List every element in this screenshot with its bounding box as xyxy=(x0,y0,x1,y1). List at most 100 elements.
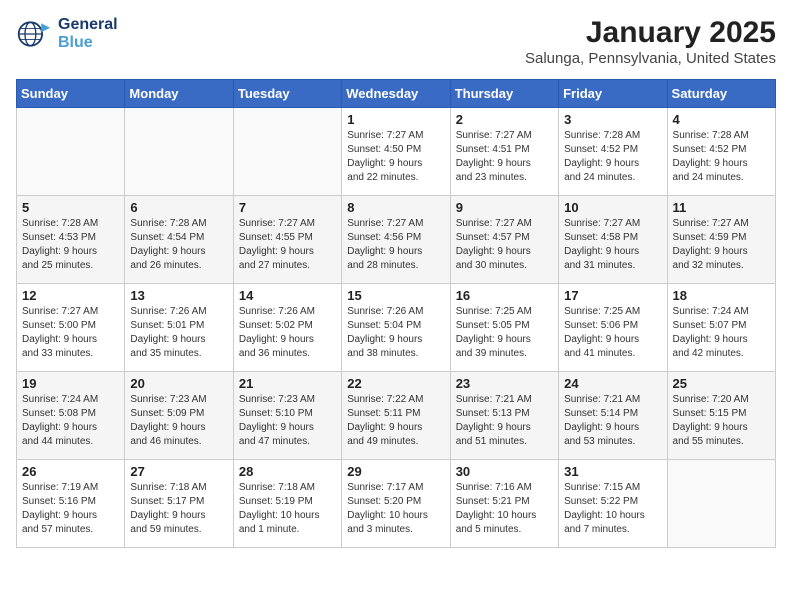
calendar-cell: 21 Sunrise: 7:23 AMSunset: 5:10 PMDayligh… xyxy=(233,372,341,460)
calendar-cell: 9 Sunrise: 7:27 AMSunset: 4:57 PMDaylight… xyxy=(450,196,558,284)
day-info: Sunrise: 7:27 AMSunset: 4:57 PMDaylight:… xyxy=(456,217,553,273)
day-number: 12 xyxy=(22,288,119,303)
day-info: Sunrise: 7:24 AMSunset: 5:07 PMDaylight:… xyxy=(673,305,770,361)
header: General Blue January 2025 Salunga, Penns… xyxy=(16,16,776,67)
header-monday: Monday xyxy=(125,80,233,108)
day-info: Sunrise: 7:19 AMSunset: 5:16 PMDaylight:… xyxy=(22,481,119,537)
day-info: Sunrise: 7:20 AMSunset: 5:15 PMDaylight:… xyxy=(673,393,770,449)
day-number: 7 xyxy=(239,200,336,215)
day-info: Sunrise: 7:26 AMSunset: 5:04 PMDaylight:… xyxy=(347,305,444,361)
calendar-cell: 18 Sunrise: 7:24 AMSunset: 5:07 PMDayligh… xyxy=(667,284,775,372)
day-number: 3 xyxy=(564,112,661,127)
calendar-cell: 31 Sunrise: 7:15 AMSunset: 5:22 PMDayligh… xyxy=(559,460,667,548)
day-number: 18 xyxy=(673,288,770,303)
calendar-cell xyxy=(125,108,233,196)
calendar-cell: 30 Sunrise: 7:16 AMSunset: 5:21 PMDayligh… xyxy=(450,460,558,548)
header-wednesday: Wednesday xyxy=(342,80,450,108)
calendar-cell: 7 Sunrise: 7:27 AMSunset: 4:55 PMDaylight… xyxy=(233,196,341,284)
calendar-week-3: 12 Sunrise: 7:27 AMSunset: 5:00 PMDayligh… xyxy=(17,284,776,372)
calendar-cell xyxy=(667,460,775,548)
day-info: Sunrise: 7:22 AMSunset: 5:11 PMDaylight:… xyxy=(347,393,444,449)
calendar-cell: 28Sunrise: 7:18 AMSunset: 5:19 PMDayligh… xyxy=(233,460,341,548)
calendar-cell: 22 Sunrise: 7:22 AMSunset: 5:11 PMDayligh… xyxy=(342,372,450,460)
calendar-week-1: 1 Sunrise: 7:27 AMSunset: 4:50 PMDaylight… xyxy=(17,108,776,196)
calendar-subtitle: Salunga, Pennsylvania, United States xyxy=(525,50,776,67)
day-info: Sunrise: 7:25 AMSunset: 5:06 PMDaylight:… xyxy=(564,305,661,361)
day-info: Sunrise: 7:28 AMSunset: 4:52 PMDaylight:… xyxy=(564,129,661,185)
day-info: Sunrise: 7:26 AMSunset: 5:02 PMDaylight:… xyxy=(239,305,336,361)
calendar-cell: 8 Sunrise: 7:27 AMSunset: 4:56 PMDaylight… xyxy=(342,196,450,284)
day-number: 21 xyxy=(239,376,336,391)
calendar-cell: 15 Sunrise: 7:26 AMSunset: 5:04 PMDayligh… xyxy=(342,284,450,372)
day-info: Sunrise: 7:27 AMSunset: 5:00 PMDaylight:… xyxy=(22,305,119,361)
calendar-cell: 19 Sunrise: 7:24 AMSunset: 5:08 PMDayligh… xyxy=(17,372,125,460)
day-info: Sunrise: 7:27 AMSunset: 4:58 PMDaylight:… xyxy=(564,217,661,273)
day-number: 16 xyxy=(456,288,553,303)
day-number: 19 xyxy=(22,376,119,391)
day-number: 9 xyxy=(456,200,553,215)
calendar-header-row: SundayMondayTuesdayWednesdayThursdayFrid… xyxy=(17,80,776,108)
header-friday: Friday xyxy=(559,80,667,108)
day-number: 29 xyxy=(347,464,444,479)
day-number: 2 xyxy=(456,112,553,127)
day-number: 14 xyxy=(239,288,336,303)
calendar-cell: 20Sunrise: 7:23 AMSunset: 5:09 PMDayligh… xyxy=(125,372,233,460)
day-number: 24 xyxy=(564,376,661,391)
day-info: Sunrise: 7:27 AMSunset: 4:56 PMDaylight:… xyxy=(347,217,444,273)
day-info: Sunrise: 7:28 AMSunset: 4:53 PMDaylight:… xyxy=(22,217,119,273)
day-number: 22 xyxy=(347,376,444,391)
day-info: Sunrise: 7:25 AMSunset: 5:05 PMDaylight:… xyxy=(456,305,553,361)
calendar-cell: 27Sunrise: 7:18 AMSunset: 5:17 PMDayligh… xyxy=(125,460,233,548)
calendar-cell: 23Sunrise: 7:21 AMSunset: 5:13 PMDayligh… xyxy=(450,372,558,460)
calendar-cell: 3 Sunrise: 7:28 AMSunset: 4:52 PMDaylight… xyxy=(559,108,667,196)
calendar-cell: 13Sunrise: 7:26 AMSunset: 5:01 PMDayligh… xyxy=(125,284,233,372)
calendar-cell: 26 Sunrise: 7:19 AMSunset: 5:16 PMDayligh… xyxy=(17,460,125,548)
header-thursday: Thursday xyxy=(450,80,558,108)
calendar-week-5: 26 Sunrise: 7:19 AMSunset: 5:16 PMDayligh… xyxy=(17,460,776,548)
calendar-cell xyxy=(233,108,341,196)
calendar-week-4: 19 Sunrise: 7:24 AMSunset: 5:08 PMDayligh… xyxy=(17,372,776,460)
calendar-cell: 2 Sunrise: 7:27 AMSunset: 4:51 PMDaylight… xyxy=(450,108,558,196)
calendar-cell: 11Sunrise: 7:27 AMSunset: 4:59 PMDayligh… xyxy=(667,196,775,284)
day-info: Sunrise: 7:27 AMSunset: 4:55 PMDaylight:… xyxy=(239,217,336,273)
calendar-cell: 16 Sunrise: 7:25 AMSunset: 5:05 PMDayligh… xyxy=(450,284,558,372)
calendar-cell: 29 Sunrise: 7:17 AMSunset: 5:20 PMDayligh… xyxy=(342,460,450,548)
day-number: 25 xyxy=(673,376,770,391)
logo: General Blue xyxy=(16,16,118,52)
calendar-table: SundayMondayTuesdayWednesdayThursdayFrid… xyxy=(16,79,776,548)
day-number: 13 xyxy=(130,288,227,303)
day-number: 15 xyxy=(347,288,444,303)
day-number: 8 xyxy=(347,200,444,215)
day-info: Sunrise: 7:24 AMSunset: 5:08 PMDaylight:… xyxy=(22,393,119,449)
day-info: Sunrise: 7:17 AMSunset: 5:20 PMDaylight:… xyxy=(347,481,444,537)
day-number: 26 xyxy=(22,464,119,479)
header-sunday: Sunday xyxy=(17,80,125,108)
day-info: Sunrise: 7:18 AMSunset: 5:19 PMDaylight:… xyxy=(239,481,336,537)
day-number: 23 xyxy=(456,376,553,391)
calendar-cell: 4Sunrise: 7:28 AMSunset: 4:52 PMDaylight… xyxy=(667,108,775,196)
day-info: Sunrise: 7:16 AMSunset: 5:21 PMDaylight:… xyxy=(456,481,553,537)
calendar-cell: 5Sunrise: 7:28 AMSunset: 4:53 PMDaylight… xyxy=(17,196,125,284)
logo-icon xyxy=(16,16,52,52)
calendar-cell: 6Sunrise: 7:28 AMSunset: 4:54 PMDaylight… xyxy=(125,196,233,284)
calendar-cell: 14 Sunrise: 7:26 AMSunset: 5:02 PMDayligh… xyxy=(233,284,341,372)
calendar-title: January 2025 xyxy=(525,16,776,50)
day-info: Sunrise: 7:21 AMSunset: 5:14 PMDaylight:… xyxy=(564,393,661,449)
day-number: 31 xyxy=(564,464,661,479)
calendar-cell: 24 Sunrise: 7:21 AMSunset: 5:14 PMDayligh… xyxy=(559,372,667,460)
day-number: 30 xyxy=(456,464,553,479)
day-number: 27 xyxy=(130,464,227,479)
logo-text: General Blue xyxy=(58,16,118,52)
day-info: Sunrise: 7:27 AMSunset: 4:51 PMDaylight:… xyxy=(456,129,553,185)
day-number: 10 xyxy=(564,200,661,215)
day-info: Sunrise: 7:23 AMSunset: 5:10 PMDaylight:… xyxy=(239,393,336,449)
day-info: Sunrise: 7:15 AMSunset: 5:22 PMDaylight:… xyxy=(564,481,661,537)
day-info: Sunrise: 7:27 AMSunset: 4:50 PMDaylight:… xyxy=(347,129,444,185)
calendar-cell: 1 Sunrise: 7:27 AMSunset: 4:50 PMDaylight… xyxy=(342,108,450,196)
calendar-cell: 12 Sunrise: 7:27 AMSunset: 5:00 PMDayligh… xyxy=(17,284,125,372)
day-number: 11 xyxy=(673,200,770,215)
day-number: 1 xyxy=(347,112,444,127)
day-info: Sunrise: 7:28 AMSunset: 4:52 PMDaylight:… xyxy=(673,129,770,185)
header-saturday: Saturday xyxy=(667,80,775,108)
calendar-cell xyxy=(17,108,125,196)
